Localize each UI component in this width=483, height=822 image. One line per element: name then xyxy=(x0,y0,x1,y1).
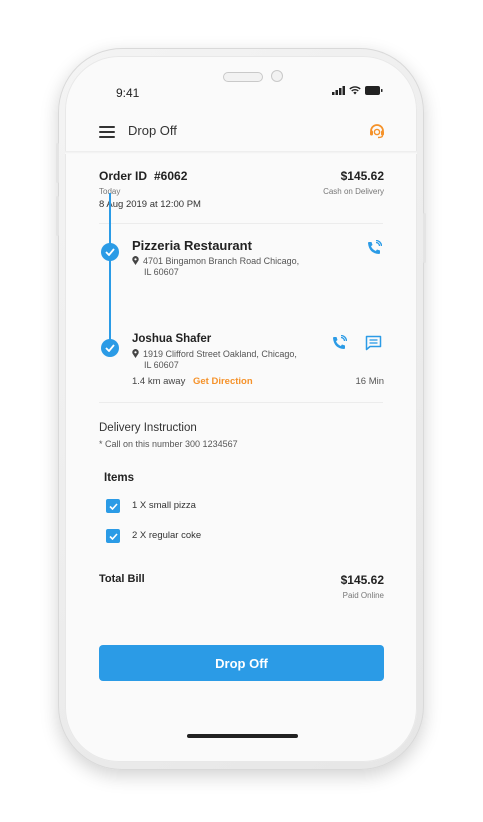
speaker-notch xyxy=(223,72,263,82)
pickup-address-line1: 4701 Bingamon Branch Road Chicago, xyxy=(143,256,300,266)
dropoff-address-line2: IL 60607 xyxy=(144,360,179,370)
location-pin-icon xyxy=(132,349,139,358)
battery-icon xyxy=(365,86,383,95)
hamburger-menu-icon[interactable] xyxy=(99,126,115,138)
pickup-name: Pizzeria Restaurant xyxy=(132,238,252,253)
headset-support-icon[interactable] xyxy=(368,121,386,139)
pickup-check-icon xyxy=(101,243,119,261)
delivery-distance: 1.4 km away xyxy=(132,376,186,387)
divider xyxy=(99,402,383,403)
app-bar: Drop Off xyxy=(65,114,417,150)
pickup-address: 4701 Bingamon Branch Road Chicago, xyxy=(132,256,299,266)
order-datetime: 8 Aug 2019 at 12:00 PM xyxy=(99,199,201,210)
items-heading: Items xyxy=(104,472,135,484)
signal-icon xyxy=(332,86,345,95)
dropoff-address-line1: 1919 Clifford Street Oakland, Chicago, xyxy=(143,349,297,359)
status-icons xyxy=(332,86,383,95)
delivery-instruction-text: * Call on this number 300 1234567 xyxy=(99,439,238,449)
divider xyxy=(99,223,383,224)
front-camera xyxy=(271,70,283,82)
delivery-eta: 16 Min xyxy=(355,376,384,387)
dropoff-check-icon xyxy=(101,339,119,357)
order-id-value: #6062 xyxy=(154,169,188,183)
pickup-address-line2: IL 60607 xyxy=(144,267,179,277)
item-label: 1 X small pizza xyxy=(132,500,196,511)
call-pickup-icon[interactable] xyxy=(366,240,382,256)
phone-side-button xyxy=(56,196,59,236)
get-direction-link[interactable]: Get Direction xyxy=(193,376,253,387)
delivery-instruction-heading: Delivery Instruction xyxy=(99,422,197,434)
total-bill-label: Total Bill xyxy=(99,573,145,585)
payment-method: Cash on Delivery xyxy=(323,187,384,196)
home-indicator xyxy=(187,734,298,738)
status-time: 9:41 xyxy=(116,86,140,100)
message-customer-icon[interactable] xyxy=(365,335,382,351)
item-checkbox[interactable] xyxy=(106,499,120,513)
customer-name: Joshua Shafer xyxy=(132,333,212,345)
order-amount: $145.62 xyxy=(340,169,384,183)
wifi-icon xyxy=(349,86,361,95)
phone-side-button xyxy=(56,143,59,183)
route-timeline-line xyxy=(109,193,111,345)
payment-status: Paid Online xyxy=(342,591,384,600)
dropoff-address: 1919 Clifford Street Oakland, Chicago, xyxy=(132,349,297,359)
call-customer-icon[interactable] xyxy=(331,335,347,351)
drop-off-button[interactable]: Drop Off xyxy=(99,645,384,681)
phone-side-button xyxy=(423,213,426,263)
phone-screen: 9:41 Drop Off Order ID #6062 $145.62 Tod… xyxy=(65,56,417,762)
item-checkbox[interactable] xyxy=(106,529,120,543)
app-bar-shadow xyxy=(65,151,417,154)
order-id-label: Order ID xyxy=(99,169,148,183)
total-bill-amount: $145.62 xyxy=(340,573,384,587)
location-pin-icon xyxy=(132,256,139,265)
page-title: Drop Off xyxy=(128,123,177,138)
item-label: 2 X regular coke xyxy=(132,530,202,541)
